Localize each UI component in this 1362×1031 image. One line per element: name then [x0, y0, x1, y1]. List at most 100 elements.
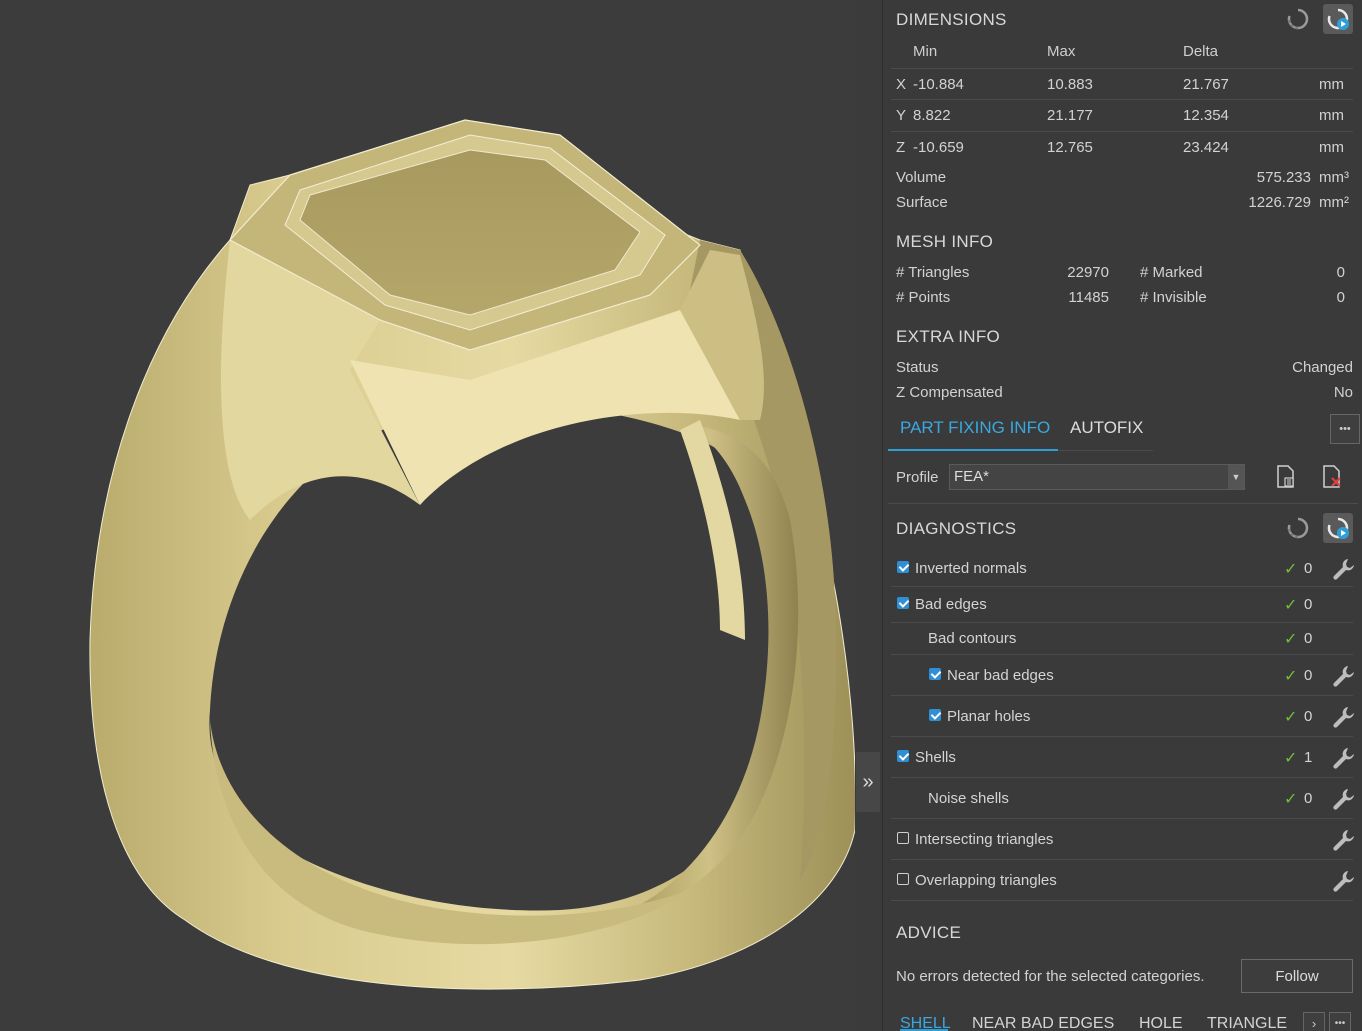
- auto-refresh-icon[interactable]: [1323, 513, 1353, 543]
- points-label: # Points: [896, 289, 951, 306]
- wrench-icon[interactable]: [1331, 827, 1357, 857]
- next-tab-button[interactable]: ›: [1303, 1012, 1325, 1031]
- surface-label: Surface: [896, 194, 948, 211]
- wrench-icon[interactable]: [1331, 663, 1357, 693]
- dim-row-x: X -10.884 10.883 21.767 mm: [891, 68, 1353, 100]
- diagnostic-checkbox[interactable]: [897, 872, 909, 885]
- volume-label: Volume: [896, 169, 947, 186]
- surface-unit: mm²: [1319, 194, 1349, 211]
- mesh-info-title: MESH INFO: [896, 232, 994, 251]
- diagnostic-checkbox[interactable]: [897, 749, 909, 762]
- dim-row-z: Z -10.659 12.765 23.424 mm: [891, 132, 1353, 164]
- dim-max: 21.177: [1047, 107, 1093, 124]
- tab-hole[interactable]: HOLE: [1139, 1015, 1183, 1031]
- wrench-icon[interactable]: [1331, 786, 1357, 816]
- volume-value: 575.233: [1256, 169, 1311, 186]
- status-label: Status: [896, 359, 939, 376]
- wrench-icon[interactable]: [1331, 745, 1357, 775]
- diagnostic-label: Bad edges: [915, 596, 987, 613]
- diagnostic-row: Overlapping triangles: [891, 860, 1354, 901]
- tab-near-bad-edges[interactable]: NEAR BAD EDGES: [972, 1015, 1114, 1031]
- diagnostic-label: Near bad edges: [947, 666, 1054, 684]
- dim-row-y: Y 8.822 21.177 12.354 mm: [891, 100, 1353, 132]
- diagnostic-label: Bad contours: [928, 630, 1017, 647]
- bottom-more-button[interactable]: •••: [1329, 1012, 1351, 1031]
- check-icon: ✓: [1284, 708, 1298, 726]
- dim-delta: 12.354: [1183, 107, 1229, 124]
- dim-delta: 23.424: [1183, 139, 1229, 156]
- diagnostic-label: Planar holes: [947, 707, 1031, 725]
- diagnostic-checkbox[interactable]: [929, 667, 941, 680]
- tab-triangle[interactable]: TRIANGLE: [1207, 1015, 1287, 1031]
- refresh-icon[interactable]: [1283, 513, 1313, 543]
- dim-delta: 21.767: [1183, 76, 1229, 93]
- dimensions-title: DIMENSIONS: [896, 10, 1007, 29]
- extra-info-title: EXTRA INFO: [896, 327, 1001, 346]
- diagnostic-checkbox[interactable]: [897, 597, 909, 609]
- volume-unit: mm³: [1319, 169, 1349, 186]
- invisible-label: # Invisible: [1140, 289, 1207, 306]
- check-icon: ✓: [1284, 790, 1298, 808]
- diagnostic-label: Intersecting triangles: [915, 830, 1054, 848]
- dim-max: 12.765: [1047, 139, 1093, 156]
- surface-value: 1226.729: [1248, 194, 1311, 211]
- diagnostic-label: Overlapping triangles: [915, 871, 1057, 889]
- refresh-icon[interactable]: [1283, 4, 1313, 34]
- diagnostic-label: Noise shells: [928, 789, 1009, 807]
- diagnostic-row: Shells ✓ 1: [891, 737, 1354, 778]
- diagnostic-count: 0: [1304, 630, 1313, 647]
- diagnostic-row: Planar holes ✓ 0: [891, 696, 1354, 737]
- zcomp-label: Z Compensated: [896, 384, 1003, 401]
- dim-header-max: Max: [1047, 43, 1076, 60]
- wrench-icon[interactable]: [1331, 868, 1357, 898]
- dim-unit: mm: [1319, 107, 1344, 124]
- zcomp-value: No: [1333, 384, 1353, 401]
- diagnostic-checkbox[interactable]: [929, 708, 941, 721]
- marked-label: # Marked: [1140, 264, 1203, 281]
- diagnostic-checkbox[interactable]: [897, 831, 909, 844]
- check-icon: ✓: [1284, 667, 1298, 685]
- diagnostic-row: Bad edges ✓ 0: [891, 587, 1353, 623]
- dim-max: 10.883: [1047, 76, 1093, 93]
- profile-delete-icon[interactable]: [1317, 462, 1347, 492]
- properties-panel: DIMENSIONS Min Max Delta X -10.884 10.88…: [882, 0, 1362, 1031]
- chevron-down-icon[interactable]: ▼: [1228, 465, 1244, 489]
- triangles-value: 22970: [1067, 264, 1109, 281]
- profile-dropdown[interactable]: FEA* ▼: [949, 464, 1245, 490]
- check-icon: ✓: [1284, 560, 1298, 578]
- dim-unit: mm: [1319, 76, 1344, 93]
- wrench-icon[interactable]: [1331, 704, 1357, 734]
- points-value: 11485: [1068, 289, 1109, 306]
- ring-model[interactable]: [0, 0, 855, 1031]
- diagnostic-checkbox[interactable]: [897, 560, 909, 573]
- advice-text: No errors detected for the selected cate…: [896, 968, 1205, 985]
- diagnostic-label: Shells: [915, 748, 956, 766]
- 3d-viewport[interactable]: [0, 0, 855, 1031]
- check-icon: ✓: [1284, 631, 1298, 648]
- wrench-icon[interactable]: [1331, 556, 1357, 586]
- dim-axis: X: [896, 76, 907, 93]
- auto-refresh-icon[interactable]: [1323, 4, 1353, 34]
- more-options-button[interactable]: •••: [1330, 414, 1360, 444]
- collapse-panel-toggle[interactable]: »: [856, 752, 880, 812]
- dim-header-min: Min: [913, 43, 938, 60]
- check-icon: ✓: [1284, 749, 1298, 767]
- tab-part-fixing-info[interactable]: PART FIXING INFO: [900, 418, 1050, 438]
- tab-autofix[interactable]: AUTOFIX: [1070, 418, 1143, 438]
- dim-min: 8.822: [913, 107, 951, 124]
- diagnostic-row: Bad contours ✓ 0: [891, 623, 1353, 655]
- diagnostic-row: Intersecting triangles: [891, 819, 1354, 860]
- diagnostic-row: Near bad edges ✓ 0: [891, 655, 1354, 696]
- diagnostic-count: 0: [1304, 559, 1313, 577]
- diagnostic-row: Inverted normals ✓ 0: [891, 550, 1354, 587]
- follow-button[interactable]: Follow: [1241, 959, 1353, 993]
- diagnostic-count: 0: [1304, 707, 1313, 725]
- divider: [888, 503, 1358, 504]
- invisible-value: 0: [1336, 289, 1345, 306]
- status-value: Changed: [1292, 359, 1353, 376]
- diagnostic-count: 0: [1304, 596, 1313, 613]
- profile-document-icon[interactable]: [1271, 462, 1301, 492]
- tab-active-indicator: [888, 449, 1058, 451]
- diagnostic-count: 0: [1304, 789, 1313, 807]
- dim-axis: Y: [896, 107, 907, 124]
